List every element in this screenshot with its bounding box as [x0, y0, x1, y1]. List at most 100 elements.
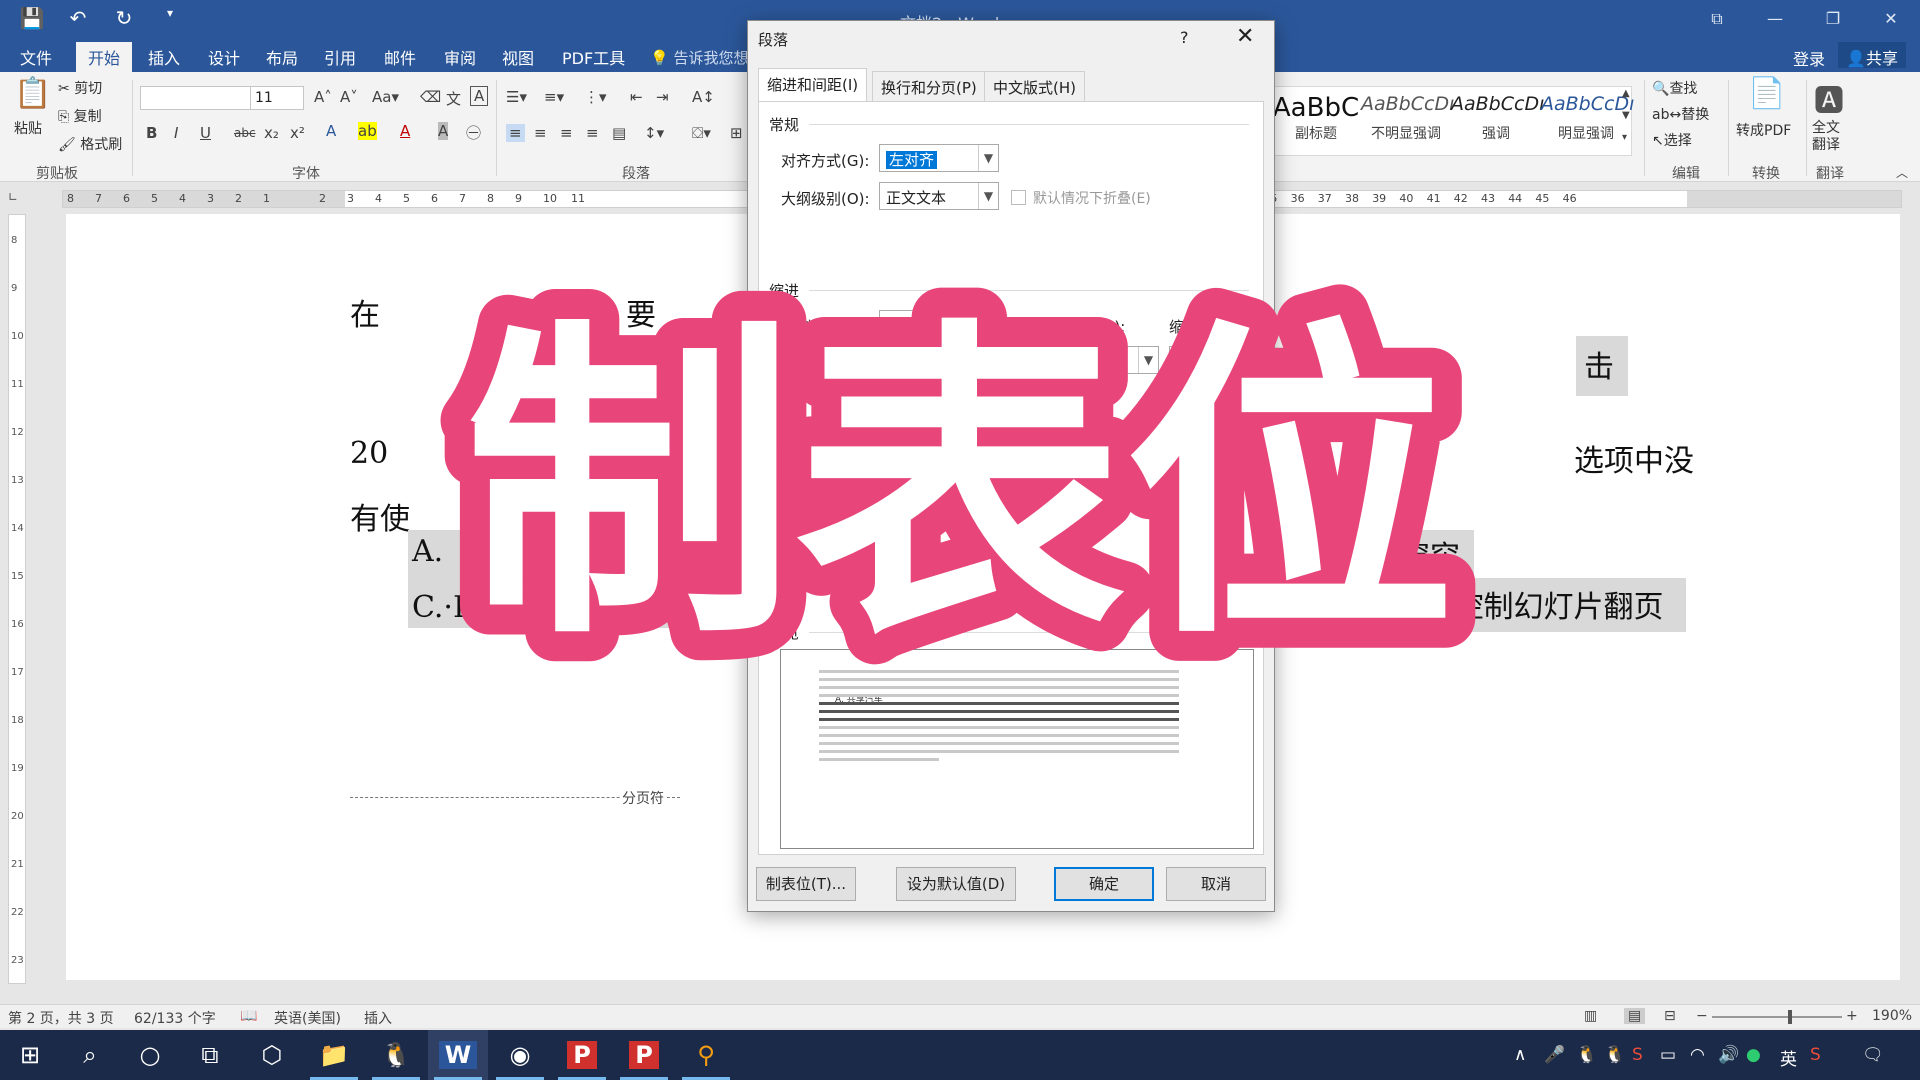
help-icon[interactable]: ? [1180, 28, 1189, 47]
volume-icon[interactable]: 🔊 [1718, 1045, 1739, 1065]
tab-references[interactable]: 引用 [324, 45, 356, 69]
zoom-out-icon[interactable]: − [1696, 1008, 1708, 1024]
chrome-icon[interactable]: ◉ [490, 1030, 550, 1080]
outline-level-select[interactable]: 正文文本 ▼ [879, 182, 999, 210]
style-subtle-emphasis[interactable]: AaBbCcDı 不明显强调 [1361, 87, 1454, 143]
minimize-button[interactable]: — [1746, 0, 1804, 38]
tab-indents-spacing[interactable]: 缩进和间距(I) [758, 68, 868, 102]
tab-line-page-breaks[interactable]: 换行和分页(P) [872, 71, 986, 101]
3d-viewer-icon[interactable]: ⬡ [242, 1030, 302, 1080]
tab-asian-typography[interactable]: 中文版式(H) [984, 71, 1085, 101]
wifi-icon[interactable]: ◠ [1690, 1045, 1705, 1065]
sort-icon[interactable]: A↕ [692, 88, 715, 106]
shrink-font-icon[interactable]: A˅ [340, 88, 358, 106]
alignment-select[interactable]: 左对齐 ▼ [879, 144, 999, 172]
tab-home[interactable]: 开始 [76, 42, 133, 72]
style-emphasis[interactable]: AaBbCcDı 强调 [1451, 87, 1544, 143]
powerpoint-app-icon[interactable]: P [614, 1030, 674, 1080]
web-layout-icon[interactable]: ⊟ [1664, 1008, 1676, 1024]
vertical-ruler[interactable]: 8 9 10 11 12 13 14 15 16 17 18 19 20 21 22 23 [8, 214, 26, 984]
qq-tray-icon[interactable]: 🐧 [1576, 1045, 1597, 1065]
file-explorer-icon[interactable]: 📁 [304, 1030, 364, 1080]
show-hidden-icons[interactable]: ∧ [1514, 1045, 1526, 1065]
sogou-icon[interactable]: S [1632, 1045, 1643, 1065]
sogou-ime-icon[interactable]: S [1810, 1045, 1821, 1065]
tab-pdf-tools[interactable]: PDF工具 [562, 45, 625, 69]
highlight-icon[interactable]: ab [358, 122, 377, 140]
subscript-icon[interactable]: x₂ [264, 124, 279, 142]
dialog-close-icon[interactable]: ✕ [1236, 24, 1254, 49]
text-effects-icon[interactable]: A [326, 122, 336, 140]
start-windows-icon[interactable]: ⊞ [0, 1030, 60, 1080]
clear-format-icon[interactable]: ⌫ [420, 88, 441, 106]
copy-button[interactable]: ⎘ 复制 [58, 106, 102, 126]
redo-icon[interactable]: ↻ [110, 6, 138, 30]
pdf-icon[interactable]: 📄 [1748, 76, 1785, 111]
styles-scroll-down-icon[interactable]: ▼ [1622, 110, 1630, 121]
set-default-button[interactable]: 设为默认值(D) [896, 867, 1016, 901]
cortana-icon[interactable]: ○ [120, 1030, 180, 1080]
notification-icon[interactable]: 🗨 [1862, 1045, 1884, 1065]
tab-insert[interactable]: 插入 [148, 45, 180, 69]
align-right-icon[interactable]: ≡ [560, 124, 573, 142]
italic-icon[interactable]: I [174, 124, 178, 142]
qq-tray-icon-2[interactable]: 🐧 [1604, 1045, 1625, 1065]
search-tool-icon[interactable]: ⚲ [676, 1030, 736, 1080]
login-link[interactable]: 登录 [1793, 46, 1825, 70]
save-icon[interactable]: 💾 [18, 6, 46, 30]
search-icon[interactable]: ⌕ [60, 1030, 120, 1080]
borders-icon[interactable]: ⊞ [730, 124, 743, 142]
replace-button[interactable]: ab↔替换 [1652, 104, 1709, 124]
qq-icon[interactable]: 🐧 [366, 1030, 426, 1080]
word-count[interactable]: 62/133 个字 [134, 1008, 216, 1028]
increase-indent-icon[interactable]: ⇥ [656, 88, 669, 106]
distributed-icon[interactable]: ▤ [612, 124, 626, 142]
tell-me-box[interactable]: 💡 告诉我您想 [650, 47, 748, 68]
zoom-slider[interactable] [1712, 1016, 1842, 1018]
collapse-ribbon-icon[interactable]: ︿ [1896, 164, 1908, 181]
char-shading-icon[interactable]: A [438, 122, 449, 140]
insert-mode-status[interactable]: 插入 [364, 1008, 392, 1028]
input-language[interactable]: 英 [1780, 1045, 1797, 1070]
zoom-level[interactable]: 190% [1872, 1008, 1912, 1024]
restore-button[interactable]: ❐ [1804, 0, 1862, 38]
justify-icon[interactable]: ≡ [586, 124, 599, 142]
full-translate-button[interactable]: 全文翻译 [1812, 120, 1848, 154]
phonetic-icon[interactable]: 文 [446, 88, 461, 109]
collapse-checkbox[interactable] [1011, 190, 1026, 205]
wechat-icon[interactable]: ● [1746, 1045, 1761, 1065]
shading-icon[interactable]: ⛋▾ [692, 124, 711, 142]
tabs-button[interactable]: 制表位(T)... [756, 867, 856, 901]
tab-design[interactable]: 设计 [208, 45, 240, 69]
ok-button[interactable]: 确定 [1054, 867, 1154, 901]
underline-icon[interactable]: U [200, 124, 211, 142]
multilevel-list-icon[interactable]: ⋮▾ [584, 88, 607, 106]
tab-mailings[interactable]: 邮件 [384, 45, 416, 69]
zoom-slider-thumb[interactable] [1788, 1010, 1792, 1024]
numbering-icon[interactable]: ≡▾ [544, 88, 564, 106]
task-view-icon[interactable]: ⧉ [180, 1030, 240, 1080]
decrease-indent-icon[interactable]: ⇤ [630, 88, 643, 106]
convert-pdf-button[interactable]: 转成PDF [1736, 120, 1791, 140]
cut-button[interactable]: ✂ 剪切 [58, 78, 102, 98]
format-painter-button[interactable]: 🖌 格式刷 [58, 134, 122, 154]
find-button[interactable]: 🔍查找 [1652, 78, 1697, 98]
share-button[interactable]: 👤共享 [1838, 42, 1906, 68]
change-case-icon[interactable]: Aa▾ [372, 88, 399, 106]
line-spacing-icon[interactable]: ↕▾ [644, 124, 664, 142]
superscript-icon[interactable]: x² [290, 124, 305, 142]
style-intense-emphasis[interactable]: AaBbCcDı 明显强调 [1541, 87, 1634, 143]
close-button[interactable]: ✕ [1862, 0, 1920, 38]
cancel-button[interactable]: 取消 [1166, 867, 1266, 901]
tab-file[interactable]: 文件 [20, 45, 52, 69]
style-subtitle[interactable]: AaBbC 副标题 [1271, 87, 1361, 143]
font-color-icon[interactable]: A [400, 122, 410, 140]
tab-layout[interactable]: 布局 [266, 45, 298, 69]
tab-view[interactable]: 视图 [502, 45, 534, 69]
bullets-icon[interactable]: ☰▾ [506, 88, 527, 106]
microphone-icon[interactable]: 🎤 [1544, 1045, 1565, 1065]
styles-more-icon[interactable]: ▾ [1622, 132, 1627, 143]
tab-selector-icon[interactable]: ∟ [8, 190, 28, 208]
battery-icon[interactable]: ▭ [1660, 1045, 1676, 1065]
proofing-icon[interactable]: 📖 [240, 1008, 257, 1024]
